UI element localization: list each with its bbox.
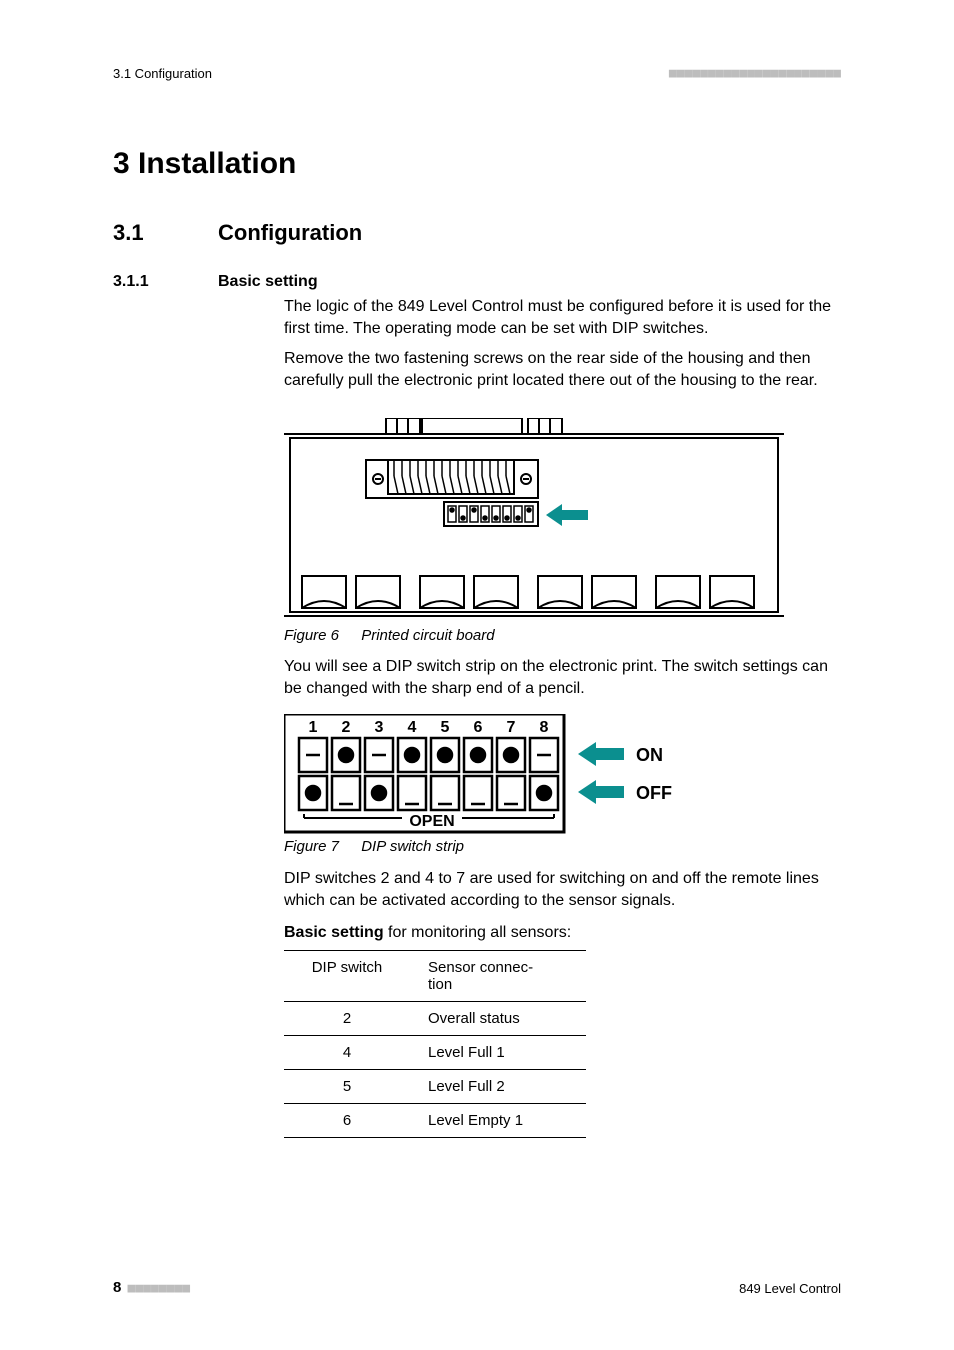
paragraph-2: Remove the two fastening screws on the r… <box>284 348 842 393</box>
section-number: 3.1 <box>113 220 144 246</box>
dip-num-7: 7 <box>507 719 516 736</box>
subsection-title: Basic setting <box>218 273 318 291</box>
dip-off-label: OFF <box>636 783 672 803</box>
footer-dots: ■■■■■■■■ <box>128 1281 191 1296</box>
basic-setting-bold: Basic setting <box>284 924 384 941</box>
figure-6-pcb <box>284 418 784 628</box>
running-header-dots: ■■■■■■■■■■■■■■■■■■■■■■ <box>669 66 841 81</box>
dip-num-6: 6 <box>474 719 483 736</box>
chapter-title: 3 Installation <box>113 147 296 181</box>
section-title: Configuration <box>218 220 362 246</box>
paragraph-5: Basic setting for monitoring all sensors… <box>284 922 842 944</box>
dip-num-5: 5 <box>441 719 450 736</box>
th-dip-switch: DIP switch <box>284 951 410 1002</box>
figure-6-number: Figure 6 <box>284 627 339 644</box>
dip-num-2: 2 <box>342 719 351 736</box>
th-sensor-connection: Sensor connec-tion <box>410 951 586 1002</box>
dip-switch-table: DIP switch Sensor connec-tion 2Overall s… <box>284 950 586 1138</box>
figure-6-text: Printed circuit board <box>361 627 494 644</box>
footer-product: 849 Level Control <box>739 1281 841 1296</box>
table-row: 6Level Empty 1 <box>284 1104 586 1138</box>
figure-7-number: Figure 7 <box>284 838 339 855</box>
dip-num-1: 1 <box>309 719 318 736</box>
running-header-left: 3.1 Configuration <box>113 66 212 81</box>
dip-open-label: OPEN <box>409 813 454 830</box>
dip-num-8: 8 <box>540 719 549 736</box>
figure-7-dip-strip: 1 2 3 4 5 6 7 8 <box>284 714 714 841</box>
table-row: 5Level Full 2 <box>284 1070 586 1104</box>
figure-6-caption: Figure 6 Printed circuit board <box>284 627 495 644</box>
paragraph-1: The logic of the 849 Level Control must … <box>284 296 842 341</box>
subsection-number: 3.1.1 <box>113 273 149 291</box>
paragraph-3: You will see a DIP switch strip on the e… <box>284 656 842 701</box>
basic-setting-rest: for monitoring all sensors: <box>384 924 572 941</box>
table-row: 2Overall status <box>284 1002 586 1036</box>
figure-7-text: DIP switch strip <box>361 838 464 855</box>
page-number: 8 ■■■■■■■■ <box>113 1279 190 1296</box>
dip-num-3: 3 <box>375 719 384 736</box>
paragraph-4: DIP switches 2 and 4 to 7 are used for s… <box>284 868 842 913</box>
dip-num-4: 4 <box>408 719 417 736</box>
dip-on-label: ON <box>636 745 663 765</box>
table-row: 4Level Full 1 <box>284 1036 586 1070</box>
figure-7-caption: Figure 7 DIP switch strip <box>284 838 464 855</box>
